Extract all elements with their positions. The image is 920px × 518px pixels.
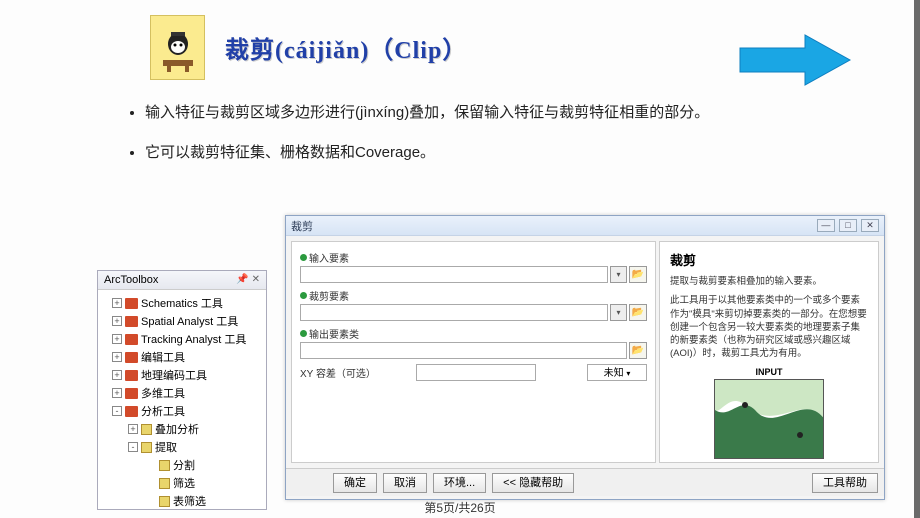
expand-icon[interactable]: + — [112, 388, 122, 398]
output-features-label: 输出要素类 — [309, 326, 359, 341]
expand-icon[interactable]: + — [112, 298, 122, 308]
tree-item[interactable]: +Spatial Analyst 工具 — [104, 312, 264, 330]
close-button[interactable]: ✕ — [861, 219, 879, 232]
ok-button[interactable]: 确定 — [333, 473, 377, 493]
plus-icon: + — [670, 459, 868, 463]
tree-item[interactable]: -分析工具 — [104, 402, 264, 420]
description-list: 输入特征与裁剪区域多边形进行(jìnxíng)叠加，保留输入特征与裁剪特征相重的… — [145, 100, 845, 179]
hide-help-button[interactable]: << 隐藏帮助 — [492, 473, 574, 493]
help-heading: 裁剪 — [670, 250, 868, 269]
expand-icon[interactable]: + — [112, 334, 122, 344]
diagram-input-caption: INPUT — [670, 367, 868, 377]
clip-features-label: 裁剪要素 — [309, 288, 349, 303]
page-title: 裁剪(cáijiǎn)（Clip） — [225, 30, 467, 65]
toolbox-icon — [125, 298, 138, 309]
mascot-icon — [150, 15, 205, 80]
dialog-title: 裁剪 — [291, 218, 313, 234]
arctoolbox-panel: ArcToolbox 📌 ✕ +Schematics 工具+Spatial An… — [97, 270, 267, 510]
expand-icon[interactable]: - — [112, 406, 122, 416]
browse-button[interactable]: 📂 — [629, 266, 647, 283]
dialog-button-bar: 确定 取消 环境... << 隐藏帮助 工具帮助 — [286, 468, 884, 496]
dialog-form: 输入要素 ▾ 📂 裁剪要素 ▾ 📂 输出要素类 📂 — [291, 241, 656, 463]
arctoolbox-titlebar: ArcToolbox 📌 ✕ — [98, 271, 266, 290]
tree-item[interactable]: -提取 — [104, 438, 264, 456]
dropdown-icon[interactable]: ▾ — [610, 266, 627, 283]
tree-item[interactable]: +叠加分析 — [104, 420, 264, 438]
slide-header: 裁剪(cáijiǎn)（Clip） — [150, 15, 467, 80]
required-dot-icon — [300, 254, 307, 261]
expand-icon[interactable]: + — [128, 424, 138, 434]
tolerance-label: XY 容差（可选） — [300, 365, 410, 380]
browse-button[interactable]: 📂 — [629, 304, 647, 321]
tree-item[interactable]: +Schematics 工具 — [104, 294, 264, 312]
tool-tree: +Schematics 工具+Spatial Analyst 工具+Tracki… — [98, 290, 266, 510]
arctoolbox-title: ArcToolbox — [104, 274, 158, 286]
input-features-label: 输入要素 — [309, 250, 349, 265]
input-diagram — [714, 379, 824, 459]
tree-item[interactable]: +Tracking Analyst 工具 — [104, 330, 264, 348]
dialog-help-panel: 裁剪 提取与裁剪要素相叠加的输入要素。 此工具用于以其他要素类中的一个或多个要素… — [659, 241, 879, 463]
tree-item[interactable]: +多维工具 — [104, 384, 264, 402]
expand-icon[interactable]: + — [112, 352, 122, 362]
tool-icon — [141, 442, 152, 453]
expand-icon[interactable]: + — [112, 370, 122, 380]
required-dot-icon — [300, 330, 307, 337]
tool-icon — [141, 424, 152, 435]
environments-button[interactable]: 环境... — [433, 473, 486, 493]
bullet-item: 输入特征与裁剪区域多边形进行(jìnxíng)叠加，保留输入特征与裁剪特征相重的… — [145, 100, 845, 126]
maximize-button[interactable]: □ — [839, 219, 857, 232]
input-features-field[interactable] — [300, 266, 608, 283]
tree-item[interactable]: +地理编码工具 — [104, 366, 264, 384]
expand-icon[interactable]: - — [128, 442, 138, 452]
dialog-titlebar[interactable]: 裁剪 — □ ✕ — [286, 216, 884, 236]
page-edge — [914, 0, 920, 518]
tree-item[interactable]: 筛选 — [104, 474, 264, 492]
pin-icon[interactable]: 📌 ✕ — [236, 274, 260, 286]
clip-features-field[interactable] — [300, 304, 608, 321]
toolbox-icon — [125, 316, 138, 327]
tree-item[interactable]: +编辑工具 — [104, 348, 264, 366]
tool-icon — [159, 478, 170, 489]
toolbox-icon — [125, 388, 138, 399]
tool-help-button[interactable]: 工具帮助 — [812, 473, 878, 493]
tree-item[interactable]: 分割 — [104, 456, 264, 474]
toolbox-icon — [125, 406, 138, 417]
dropdown-icon[interactable]: ▾ — [610, 304, 627, 321]
cancel-button[interactable]: 取消 — [383, 473, 427, 493]
expand-icon[interactable]: + — [112, 316, 122, 326]
page-indicator: 第5页/共26页 — [0, 499, 920, 516]
minimize-button[interactable]: — — [817, 219, 835, 232]
browse-button[interactable]: 📂 — [629, 342, 647, 359]
clip-dialog: 裁剪 — □ ✕ 输入要素 ▾ 📂 裁剪要素 ▾ 📂 — [285, 215, 885, 500]
toolbox-icon — [125, 370, 138, 381]
tolerance-field[interactable] — [416, 364, 536, 381]
required-dot-icon — [300, 292, 307, 299]
help-detail: 此工具用于以其他要素类中的一个或多个要素作为"模具"来剪切掉要素类的一部分。在您… — [670, 294, 868, 360]
help-summary: 提取与裁剪要素相叠加的输入要素。 — [670, 275, 868, 288]
tool-icon — [159, 460, 170, 471]
tolerance-unit-select[interactable]: 未知 ▾ — [587, 364, 647, 381]
next-arrow-icon[interactable] — [735, 30, 855, 90]
toolbox-icon — [125, 334, 138, 345]
bullet-item: 它可以裁剪特征集、栅格数据和Coverage。 — [145, 140, 845, 166]
output-features-field[interactable] — [300, 342, 627, 359]
toolbox-icon — [125, 352, 138, 363]
